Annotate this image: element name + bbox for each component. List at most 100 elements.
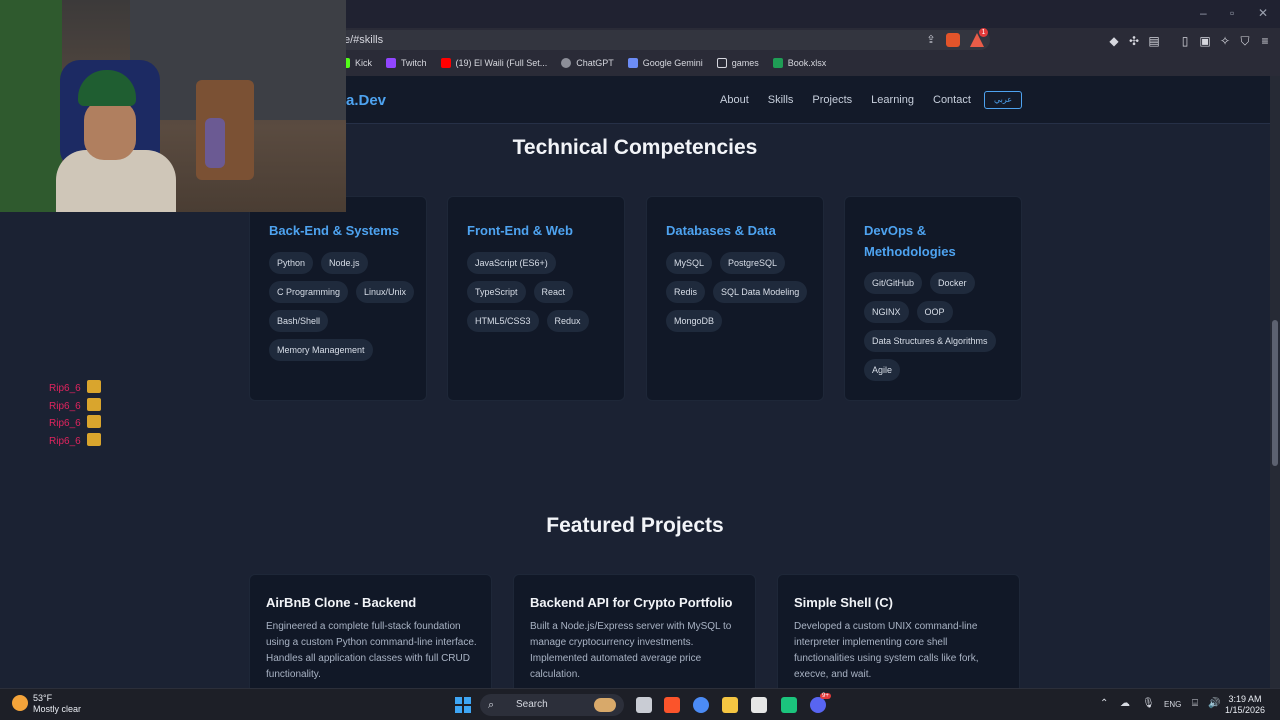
chat-username: Rip6_6 [49,401,81,412]
streamer-face [84,100,136,160]
skill-tag: Memory Management [269,339,373,361]
language-toggle-button[interactable]: عربي [984,91,1022,109]
search-label: Search [516,699,548,710]
network-icon[interactable]: ⌸ [1192,698,1198,709]
wallet-icon[interactable]: ▣ [1198,34,1212,48]
reader-icon[interactable]: ▤ [1147,34,1161,48]
scrollbar-thumb[interactable] [1272,320,1278,466]
nav-link-projects[interactable]: Projects [812,94,852,106]
app-taskbar-icon[interactable] [781,697,797,713]
project-title: Simple Shell (C) [794,595,893,610]
bookmark-chatgpt[interactable]: ChatGPT [561,58,614,68]
chrome-taskbar-icon[interactable] [693,697,709,713]
ai-icon[interactable]: ✧ [1218,34,1232,48]
skill-tag: Docker [930,272,975,294]
clock-date: 1/15/2026 [1224,705,1266,715]
brave-taskbar-icon[interactable] [664,697,680,713]
nav-link-contact[interactable]: Contact [933,94,971,106]
skill-tag: TypeScript [467,281,526,303]
project-card[interactable]: AirBnB Clone - Backend Engineered a comp… [249,574,492,688]
bookmark-gemini[interactable]: Google Gemini [627,58,703,68]
chat-username: Rip6_6 [49,436,81,447]
skill-card-devops: DevOps & Methodologies Git/GitHub Docker… [844,196,1022,401]
tray-expand-icon[interactable]: ⌃ [1100,698,1108,709]
vpn-icon[interactable]: ⛉ [1238,34,1252,48]
leo-icon[interactable]: ◆ [1107,34,1121,48]
extensions-icon[interactable]: ✣ [1127,34,1141,48]
share-icon[interactable]: ⇪ [924,33,938,47]
skill-tag: Git/GitHub [864,272,923,294]
skill-card-databases: Databases & Data MySQL PostgreSQL Redis … [646,196,824,401]
webcam-overlay [0,0,346,212]
tag-list: JavaScript (ES6+) TypeScript React HTML5… [467,252,617,332]
project-card[interactable]: Backend API for Crypto Portfolio Built a… [513,574,756,688]
skill-tag: Python [269,252,314,274]
chat-message: Rip6_6 [49,380,101,394]
start-button[interactable] [455,697,471,713]
project-title: AirBnB Clone - Backend [266,595,417,610]
skill-tag: NGINX [864,301,909,323]
file-explorer-icon[interactable] [722,697,738,713]
bookmarks-bar: Kick Twitch (19) El Waili (Full Set... C… [340,54,826,72]
taskbar-search[interactable]: ⌕ Search [480,694,624,716]
search-icon: ⌕ [488,699,495,711]
crown-emote-icon [86,433,101,446]
skill-card-backend: Back-End & Systems Python Node.js C Prog… [249,196,427,401]
projects-title: Featured Projects [546,514,724,537]
brave-shields-icon[interactable] [946,33,960,47]
chat-username: Rip6_6 [49,383,81,394]
bookmark-book[interactable]: Book.xlsx [772,58,826,68]
youtube-icon [440,58,451,68]
weather-condition: Mostly clear [33,704,82,714]
folder-icon [716,58,727,68]
microphone-icon[interactable]: 🎙 [1142,698,1155,709]
task-view-icon[interactable] [636,697,652,713]
site-logo[interactable]: a.Dev [346,92,386,109]
skill-card-frontend: Front-End & Web JavaScript (ES6+) TypeSc… [447,196,625,401]
skill-tag: Bash/Shell [269,310,329,332]
nav-link-skills[interactable]: Skills [768,94,794,106]
maximize-icon[interactable]: ▫ [1230,6,1234,20]
url-text: e/#skills [344,34,384,46]
capcut-icon[interactable] [751,697,767,713]
language-indicator[interactable]: ENG [1164,700,1181,709]
system-clock[interactable]: 3:19 AM 1/15/2026 [1224,694,1266,716]
tag-list: Git/GitHub Docker NGINX OOP Data Structu… [864,272,1014,381]
nav-link-learning[interactable]: Learning [871,94,914,106]
chat-message: Rip6_6 [49,433,101,447]
skill-tag: React [533,281,574,303]
address-bar[interactable]: e/#skills ⇪ 1 [338,28,990,50]
volume-icon[interactable]: 🔊 [1208,698,1220,709]
gemini-icon [627,58,638,68]
bookmark-twitch[interactable]: Twitch [386,58,427,68]
skill-tag: Agile [864,359,901,381]
green-screen [0,0,62,212]
weather-sun-icon [12,695,28,711]
minimize-icon[interactable]: – [1200,6,1207,20]
bookmark-games[interactable]: games [716,58,759,68]
skill-tag: Redux [546,310,589,332]
twitch-icon [386,58,397,68]
tag-list: Python Node.js C Programming Linux/Unix … [269,252,419,361]
skill-tag: JavaScript (ES6+) [467,252,556,274]
nav-link-about[interactable]: About [720,94,749,106]
onedrive-icon[interactable]: ☁ [1120,698,1130,709]
close-icon[interactable]: ✕ [1258,6,1268,20]
crown-emote-icon [86,380,101,393]
skill-tag: Linux/Unix [356,281,415,303]
clock-time: 3:19 AM [1228,694,1262,704]
skill-tag: Node.js [321,252,368,274]
project-card[interactable]: Simple Shell (C) Developed a custom UNIX… [777,574,1020,688]
skill-tag: Data Structures & Algorithms [864,330,996,352]
discord-badge: 9+ [820,693,831,699]
menu-icon[interactable]: ≡ [1258,34,1272,48]
sidebar-icon[interactable]: ▯ [1178,34,1192,48]
chat-message: Rip6_6 [49,398,101,412]
discord-taskbar-icon[interactable] [810,697,826,713]
skill-card-title: DevOps & Methodologies [864,223,956,259]
skill-tag: C Programming [269,281,349,303]
chatgpt-icon [561,58,572,68]
page-scrollbar[interactable] [1270,76,1280,688]
project-description: Developed a custom UNIX command-line int… [794,621,979,680]
bookmark-youtube[interactable]: (19) El Waili (Full Set... [440,58,547,68]
